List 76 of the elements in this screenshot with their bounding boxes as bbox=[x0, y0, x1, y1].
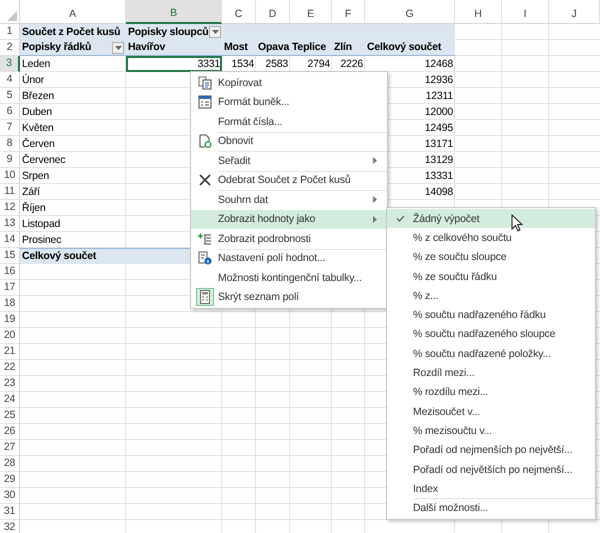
row-label: Květen bbox=[22, 120, 54, 136]
menu-item[interactable]: % součtu nadřazeného sloupce bbox=[387, 324, 595, 344]
row-header[interactable]: 32 bbox=[0, 520, 20, 533]
copy-icon bbox=[198, 76, 212, 90]
menu-item[interactable]: Index bbox=[387, 479, 595, 498]
submenu-arrow-icon bbox=[373, 196, 377, 204]
table-cell: 14098 bbox=[424, 184, 453, 200]
table-cell: 13129 bbox=[424, 152, 453, 168]
field-settings-icon bbox=[198, 251, 212, 266]
row-label: Leden bbox=[22, 56, 50, 72]
column-header[interactable]: B bbox=[126, 0, 222, 24]
menu-item[interactable]: Zobrazit hodnoty jako bbox=[191, 210, 387, 229]
menu-item[interactable]: Rozdíl mezi... bbox=[387, 363, 595, 383]
menu-item[interactable]: % součtu nadřazeného řádku bbox=[387, 305, 595, 325]
menu-item[interactable]: % ze součtu řádku bbox=[387, 266, 595, 286]
menu-item[interactable]: Skrýt seznam polí bbox=[191, 288, 387, 307]
row-label: Červen bbox=[22, 136, 55, 152]
menu-item[interactable]: Mezisoučet v... bbox=[387, 402, 595, 422]
calculator-icon bbox=[196, 288, 214, 306]
pivot-field-label: Popisky řádků bbox=[20, 40, 126, 56]
caret-icon bbox=[212, 30, 219, 34]
grand-total-label: Celkový součet bbox=[20, 248, 126, 264]
menu-item[interactable]: % z... bbox=[387, 286, 595, 306]
row-label: Červenec bbox=[22, 152, 66, 168]
menu-item[interactable]: Možnosti kontingenční tabulky... bbox=[191, 268, 387, 288]
table-cell: 2226 bbox=[340, 56, 363, 72]
table-cell: 12495 bbox=[424, 120, 453, 136]
row-label: Září bbox=[22, 184, 40, 200]
menu-item[interactable]: % ze součtu sloupce bbox=[387, 248, 595, 267]
remove-icon bbox=[198, 173, 212, 188]
row-label: Únor bbox=[22, 72, 44, 88]
row-label: Březen bbox=[22, 88, 54, 104]
format-cells-icon bbox=[198, 95, 212, 110]
cursor-icon bbox=[511, 214, 523, 232]
filter-dropdown-button[interactable] bbox=[209, 26, 222, 38]
column-heading: Celkový součet bbox=[365, 40, 455, 56]
table-cell: 2583 bbox=[265, 56, 288, 72]
row-label: Duben bbox=[22, 104, 52, 120]
table-cell: 12311 bbox=[426, 88, 453, 104]
table-cell: 12936 bbox=[424, 72, 453, 88]
table-cell: 12000 bbox=[424, 104, 453, 120]
row-header[interactable]: 3 bbox=[0, 56, 20, 72]
table-cell: 2794 bbox=[307, 56, 330, 72]
table-cell: 1534 bbox=[231, 56, 254, 72]
table-cell: 3331 bbox=[197, 56, 220, 72]
row-label: Prosinec bbox=[22, 232, 62, 248]
pivot-field-label: Popisky sloupců bbox=[126, 24, 222, 40]
column-heading: Opava bbox=[256, 40, 290, 56]
menu-item[interactable]: % součtu nadřazené položky... bbox=[387, 344, 595, 364]
menu-item[interactable]: % z celkového součtu bbox=[387, 228, 595, 248]
menu-item[interactable]: Kopírovat bbox=[191, 73, 387, 92]
column-heading: Teplice bbox=[290, 40, 332, 56]
menu-item[interactable]: Žádný výpočet bbox=[387, 209, 595, 228]
column-heading: Havířov bbox=[126, 40, 222, 56]
menu-item[interactable]: Formát buněk... bbox=[191, 92, 387, 112]
show-details-icon bbox=[198, 232, 212, 246]
table-cell: 13171 bbox=[424, 136, 453, 152]
menu-item[interactable]: Pořadí od největších po nejmenší... bbox=[387, 460, 595, 480]
submenu-arrow-icon bbox=[373, 157, 377, 164]
column-heading: Zlín bbox=[332, 40, 365, 56]
caret-icon bbox=[114, 46, 122, 50]
column-heading: Most bbox=[222, 40, 256, 56]
filter-dropdown-button[interactable] bbox=[112, 42, 124, 54]
refresh-icon bbox=[198, 134, 212, 148]
submenu-arrow-icon bbox=[373, 216, 377, 223]
row-label: Říjen bbox=[22, 200, 46, 216]
menu-item[interactable]: Zobrazit podrobnosti bbox=[191, 229, 387, 248]
table-cell: 12468 bbox=[424, 56, 453, 72]
table-cell: 13331 bbox=[424, 168, 453, 184]
menu-item[interactable]: % rozdílu mezi... bbox=[387, 382, 595, 402]
row-label: Listopad bbox=[22, 216, 60, 232]
menu-item[interactable]: Formát čísla... bbox=[191, 112, 387, 132]
row-label: Srpen bbox=[22, 168, 50, 184]
menu-item[interactable]: Pořadí od nejmenších po největší... bbox=[387, 440, 595, 460]
pivot-title: Součet z Počet kusů bbox=[20, 24, 126, 40]
menu-item[interactable]: % mezisoučtu v... bbox=[387, 421, 595, 441]
